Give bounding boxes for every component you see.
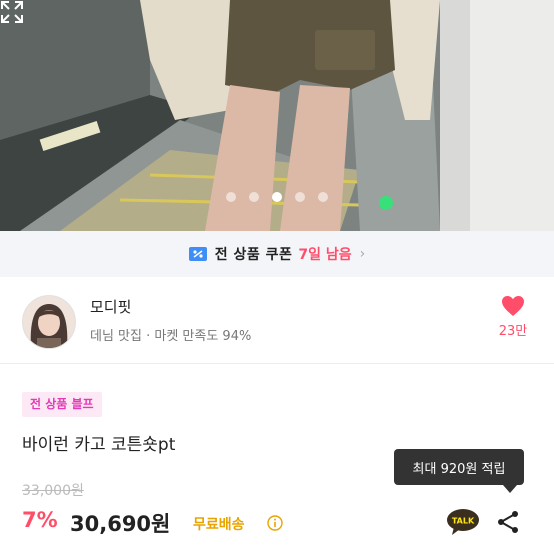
expand-icon[interactable] [0, 0, 24, 24]
coupon-icon [188, 247, 207, 261]
promo-badge: 전 상품 블프 [22, 392, 102, 417]
tooltip-arrow [503, 485, 517, 493]
product-image-carousel[interactable] [0, 0, 554, 231]
product-title: 바이런 카고 코튼숏pt [22, 435, 176, 455]
shop-description: 데님 맛집 · 마켓 만족도 94% [90, 329, 252, 344]
sale-price: 30,690원 [70, 512, 171, 536]
coupon-banner[interactable]: 전 상품 쿠폰 7일 남음 › [0, 231, 554, 277]
carousel-dot-active[interactable] [272, 192, 282, 202]
carousel-dot[interactable] [318, 192, 328, 202]
heart-icon [502, 296, 524, 316]
shop-info[interactable]: 모디핏 데님 맛집 · 마켓 만족도 94% 23만 [0, 277, 554, 364]
points-tooltip: 최대 920원 적립 [394, 449, 524, 485]
like-button[interactable]: 23만 [490, 295, 536, 339]
coupon-label: 전 상품 쿠폰 [214, 247, 293, 263]
free-shipping-label: 무료배송 [193, 517, 245, 533]
like-count: 23만 [498, 324, 528, 339]
carousel-dot[interactable] [249, 192, 259, 202]
shop-name[interactable]: 모디핏 [90, 296, 131, 317]
original-price: 33,000원 [22, 483, 84, 499]
info-icon[interactable] [267, 515, 283, 531]
shop-avatar[interactable] [22, 295, 76, 349]
kakao-talk-icon[interactable]: TALK [446, 508, 480, 536]
discount-rate: 7% [22, 508, 58, 532]
carousel-dot[interactable] [226, 192, 236, 202]
coupon-remaining: 7일 남음 [298, 247, 352, 263]
carousel-dot[interactable] [295, 192, 305, 202]
talk-label: TALK [452, 517, 475, 526]
chevron-right-icon: › [359, 246, 366, 262]
carousel-dots [0, 192, 554, 202]
share-icon[interactable] [496, 510, 520, 534]
